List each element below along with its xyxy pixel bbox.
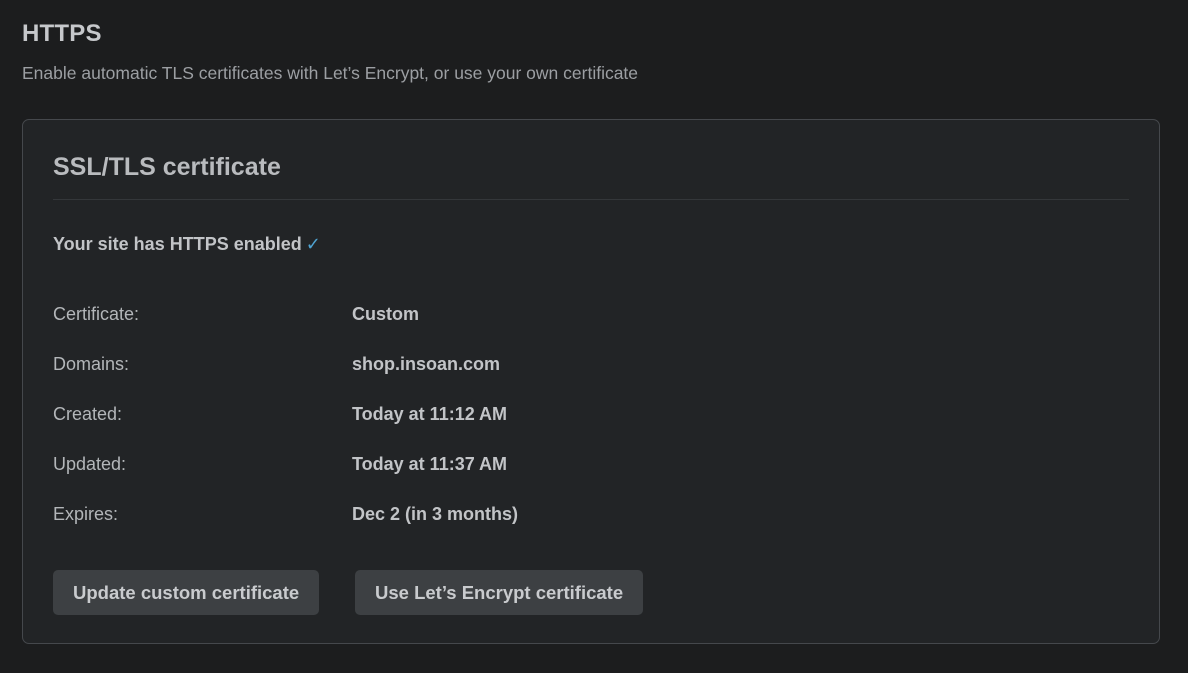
https-status-text: Your site has HTTPS enabled (53, 234, 302, 254)
checkmark-icon: ✓ (305, 234, 321, 254)
detail-label: Domains: (53, 354, 130, 374)
detail-value: Custom (352, 304, 419, 324)
https-settings-page: HTTPS Enable automatic TLS certificates … (0, 0, 1188, 673)
detail-row-certificate: Certificate: Custom (53, 304, 953, 328)
detail-label: Updated: (53, 454, 127, 474)
detail-value: Today at 11:37 AM (352, 454, 508, 474)
update-custom-certificate-button[interactable]: Update custom certificate (53, 570, 320, 615)
detail-row-created: Created: Today at 11:12 AM (53, 404, 953, 428)
card-title: SSL/TLS certificate (53, 153, 281, 181)
section-title: HTTPS (22, 20, 102, 47)
https-status: Your site has HTTPS enabled ✓ (53, 234, 321, 255)
detail-row-expires: Expires: Dec 2 (in 3 months) (53, 504, 953, 528)
use-letsencrypt-certificate-button[interactable]: Use Let’s Encrypt certificate (355, 570, 644, 615)
detail-label: Created: (53, 404, 123, 424)
detail-label: Expires: (53, 504, 119, 524)
detail-row-domains: Domains: shop.insoan.com (53, 354, 953, 378)
detail-value: shop.insoan.com (352, 354, 501, 374)
card-divider (53, 199, 1129, 200)
detail-value: Today at 11:12 AM (352, 404, 508, 424)
ssl-certificate-card: SSL/TLS certificate Your site has HTTPS … (22, 119, 1160, 644)
detail-label: Certificate: (53, 304, 140, 324)
detail-row-updated: Updated: Today at 11:37 AM (53, 454, 953, 478)
section-description: Enable automatic TLS certificates with L… (22, 63, 639, 83)
detail-value: Dec 2 (in 3 months) (352, 504, 519, 524)
